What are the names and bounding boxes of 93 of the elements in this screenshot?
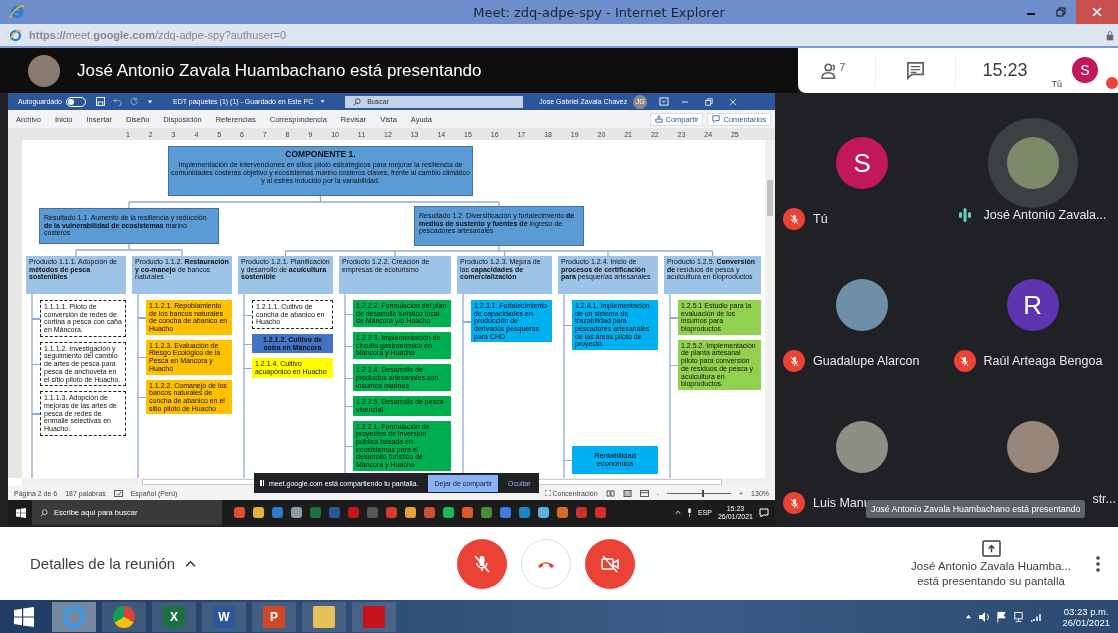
clock-time: 03:23 p.m. <box>1063 605 1109 617</box>
app-icon[interactable] <box>424 507 435 518</box>
read-mode-icon[interactable] <box>605 489 615 497</box>
print-layout-icon[interactable] <box>622 489 632 497</box>
more-options-icon[interactable] <box>1096 555 1100 572</box>
caret-icon[interactable] <box>320 99 326 104</box>
taskbar-app-button[interactable] <box>302 601 346 632</box>
tray-caret-icon[interactable] <box>965 614 973 619</box>
participant-name: Tú <box>813 212 828 226</box>
focus-icon <box>544 490 551 496</box>
avatar-photo-placeholder <box>28 54 60 87</box>
app-icon <box>313 605 335 628</box>
taskbar-app-button[interactable]: X <box>152 601 196 632</box>
presenter-name: José Antonio Zavala Huamba... <box>911 560 1071 572</box>
clock-date: 26/01/2021 <box>1062 616 1110 628</box>
web-layout-icon[interactable] <box>639 489 649 497</box>
presenting-text: José Antonio Zavala Huambachano está presentando <box>77 60 482 81</box>
close-button[interactable] <box>729 97 738 106</box>
camera-icon <box>600 553 621 574</box>
avatar: R <box>1006 279 1059 331</box>
comment-icon <box>712 115 721 123</box>
app-icon[interactable] <box>386 507 397 518</box>
taskbar-clock[interactable]: 03:23 p.m. 26/01/2021 <box>1062 605 1110 628</box>
node-title: COMPONENTE 1. <box>284 150 357 160</box>
caret-icon[interactable] <box>147 98 153 105</box>
zoom-slider-thumb[interactable] <box>702 489 705 497</box>
windows-start-icon[interactable] <box>16 507 26 518</box>
search-icon <box>353 97 362 106</box>
participant-name: Guadalupe Alarcon <box>813 354 920 368</box>
lock-icon <box>1106 29 1114 41</box>
app-icon[interactable] <box>253 507 264 518</box>
app-icon[interactable] <box>405 507 416 518</box>
redo-icon[interactable] <box>130 97 139 106</box>
avatar: S <box>836 137 889 189</box>
notification-icon[interactable] <box>759 507 769 518</box>
taskbar-app-button[interactable]: P <box>252 601 296 632</box>
app-icon[interactable] <box>234 507 245 518</box>
chevron-up-icon[interactable] <box>185 560 197 567</box>
app-icon[interactable] <box>538 507 549 518</box>
people-button[interactable]: 7 <box>816 61 850 80</box>
close-icon <box>1092 7 1102 17</box>
present-screen-icon[interactable] <box>981 540 1001 557</box>
save-icon[interactable] <box>96 97 105 106</box>
proofing-icon[interactable] <box>113 489 123 497</box>
app-icon <box>363 605 385 628</box>
restore-button[interactable] <box>705 97 714 106</box>
app-icon[interactable] <box>500 507 511 518</box>
restore-icon <box>1056 7 1066 17</box>
app-icon <box>113 605 135 628</box>
app-icon[interactable] <box>557 507 568 518</box>
app-icon[interactable] <box>291 507 302 518</box>
meeting-details-button[interactable]: Detalles de la reunión <box>30 555 176 572</box>
network-icon[interactable] <box>1013 610 1025 623</box>
app-icon[interactable] <box>443 507 454 518</box>
app-icon: P <box>263 605 285 628</box>
search-icon <box>40 508 48 517</box>
site-icon <box>8 27 23 43</box>
tray-caret-icon[interactable] <box>674 510 681 515</box>
browser-logo-icon <box>8 3 26 21</box>
app-icon <box>63 605 85 628</box>
self-avatar: S <box>1072 56 1098 83</box>
vertical-scrollbar[interactable] <box>765 140 775 478</box>
presenter-status: está presentando su pantalla <box>917 575 1065 587</box>
self-label: Tú <box>1051 78 1062 89</box>
app-icon[interactable] <box>462 507 473 518</box>
microphone-icon[interactable] <box>686 508 692 517</box>
taskbar-app-button[interactable]: W <box>202 601 246 632</box>
flag-icon[interactable] <box>996 610 1008 623</box>
speaking-indicator-icon <box>958 208 971 222</box>
windows-start-icon[interactable] <box>14 606 34 627</box>
window-title: Meet: zdq-adpe-spy - Internet Explorer <box>472 4 726 20</box>
app-icon: W <box>213 605 235 628</box>
close-button[interactable] <box>1076 0 1118 24</box>
app-icon[interactable] <box>595 507 606 518</box>
clock-text: 15:23 <box>982 60 1028 81</box>
taskbar-app-button[interactable] <box>52 601 96 632</box>
app-icon[interactable] <box>519 507 530 518</box>
participant-name: str... <box>1092 492 1116 506</box>
speaker-icon[interactable] <box>978 610 991 623</box>
participant-name: José Antonio Zavala... <box>983 208 1107 222</box>
app-icon[interactable] <box>272 507 283 518</box>
undo-icon[interactable] <box>113 97 122 106</box>
app-icon: X <box>163 605 185 628</box>
ribbon-display-icon[interactable] <box>659 97 670 106</box>
share-icon <box>654 115 663 123</box>
pause-icon <box>260 480 264 486</box>
signal-icon[interactable] <box>1030 611 1043 622</box>
microphone-icon <box>472 553 493 574</box>
app-icon[interactable] <box>576 507 587 518</box>
participant-name: Raúl Arteaga Bengoa <box>983 354 1103 368</box>
app-icon[interactable] <box>481 507 492 518</box>
taskbar-app-button[interactable] <box>102 601 146 632</box>
tooltip: José Antonio Zavala Huambachano está presentando <box>866 500 1086 518</box>
